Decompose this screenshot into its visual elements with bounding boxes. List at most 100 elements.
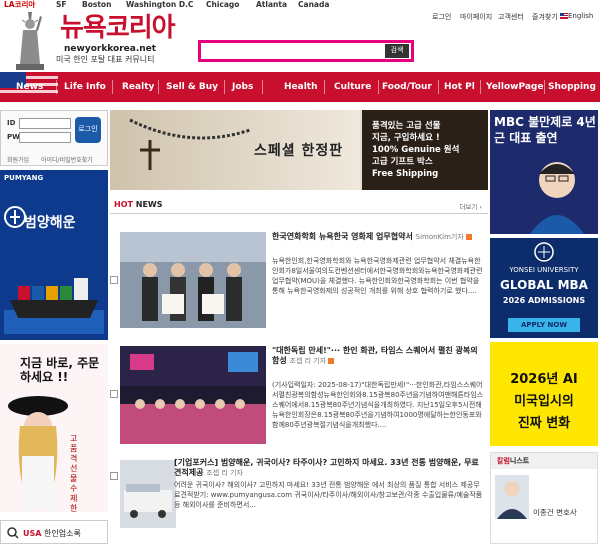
nav-culture[interactable]: Culture: [334, 72, 371, 102]
search-input[interactable]: [203, 44, 383, 58]
city-link-sf[interactable]: SF: [56, 0, 67, 10]
nav-news[interactable]: News: [16, 72, 43, 102]
news-summary: (기사입력일자: 2025-08-17)"대한독립만세!"···한인화관,타임스…: [272, 381, 484, 429]
nav-separator: [112, 80, 113, 94]
city-bar: LA코리아 SF Boston Washington D.C Chicago A…: [0, 0, 600, 10]
news-thumbnail[interactable]: [120, 460, 176, 528]
columnist-photo: [495, 475, 529, 519]
columnist-name: 이종건 변호사: [533, 508, 577, 517]
id-input[interactable]: [19, 118, 71, 129]
apply-now-button[interactable]: APPLY NOW: [508, 318, 580, 332]
news-item[interactable]: [기업포커스] 범양해운, 귀국이사? 타주이사? 고민하지 마세요. 33년 …: [110, 456, 488, 544]
new-badge: [328, 357, 335, 364]
pumyang-ad[interactable]: PUMYANG 범양해운: [0, 170, 108, 340]
nav-separator: [544, 80, 545, 94]
gift-ad-subtitle: 고품격선물 수제한과: [70, 434, 78, 512]
city-link-atlanta[interactable]: Atlanta: [256, 0, 287, 10]
english-label: English: [568, 12, 594, 20]
search-box: 검색: [198, 40, 414, 62]
nav-hot-place[interactable]: Hot Pl: [444, 72, 475, 102]
search-icon: [7, 527, 19, 539]
nav-separator: [158, 80, 159, 94]
mypage-link[interactable]: 마이페이지: [460, 12, 492, 22]
join-link[interactable]: 회원가입: [7, 155, 29, 164]
nav-life-info[interactable]: Life Info: [64, 72, 106, 102]
login-button[interactable]: 로그인: [75, 117, 101, 143]
usa-directory-search[interactable]: USA 한인업소록: [0, 520, 108, 544]
nav-health[interactable]: Health: [284, 72, 318, 102]
nav-separator: [324, 80, 325, 94]
pw-label: PW: [7, 133, 20, 141]
global-mba-label: GLOBAL MBA: [500, 278, 588, 292]
columnist-header: 칼럼니스트: [491, 453, 597, 469]
nav-yellowpage[interactable]: YellowPage: [486, 72, 543, 102]
gift-shop-ad[interactable]: 지금 바로, 주문하세요 !! 고품격선물 수제한과: [0, 344, 108, 512]
search-button[interactable]: 검색: [385, 44, 409, 58]
mbc-ad-text: MBC 불만제로 4년근 대표 출연: [494, 115, 596, 145]
nav-separator: [56, 80, 57, 94]
us-flag-icon: [560, 13, 568, 19]
woman-photo: [8, 396, 68, 510]
city-link-dc[interactable]: Washington D.C: [126, 0, 193, 10]
nav-separator: [438, 80, 439, 94]
ai-ad-line3: 진짜 변화: [517, 416, 571, 431]
bookmark-link[interactable]: 즐겨찾기: [532, 12, 558, 22]
pumyang-brand: PUMYANG: [4, 174, 44, 182]
news-item[interactable]: "대한독립 만세!"··· 한인 화관, 타임스 스퀘어서 펼친 광복의 함성 …: [110, 340, 488, 452]
news-summary: 뉴욕한인회,한국영화학회와 뉴욕한국영화제관련 업무협약서 체결뉴욕한인회가8일…: [272, 257, 483, 295]
login-box: ID PW 로그인 회원가입 아이디/비밀번호찾기: [0, 110, 108, 166]
nav-separator: [224, 80, 225, 94]
yonsei-mba-ad[interactable]: YONSEI UNIVERSITY GLOBAL MBA 2026 ADMISS…: [490, 238, 598, 338]
main-nav: News Life Info Realty Sell & Buy Jobs He…: [0, 72, 600, 102]
mbc-ad[interactable]: MBC 불만제로 4년근 대표 출연: [490, 110, 598, 234]
news-checkbox[interactable]: [110, 390, 118, 398]
more-link[interactable]: 더보기 ›: [459, 201, 482, 211]
news-item[interactable]: 한국연화학회 뉴욕한국 영화제 업무협약서 SimonKim기자 뉴욕한인회,한…: [110, 226, 488, 336]
news-headline[interactable]: "대한독립 만세!"··· 한인 화관, 타임스 스퀘어서 펼친 광복의 함성 …: [272, 346, 484, 366]
statue-of-liberty-logo[interactable]: [6, 8, 54, 70]
gift-ad-title: 지금 바로, 주문하세요 !!: [20, 356, 100, 384]
usa-directory-label: USA 한인업소록: [23, 529, 81, 538]
city-link-canada[interactable]: Canada: [298, 0, 329, 10]
banner-special-text: 스페셜 한정판: [254, 143, 344, 159]
site-logo-text[interactable]: 뉴욕코리아: [60, 14, 176, 42]
nav-sell-buy[interactable]: Sell & Buy: [166, 72, 218, 102]
site-domain: newyorkkorea.net: [64, 44, 157, 54]
admissions-label: 2026 ADMISSIONS: [502, 296, 586, 305]
nav-shopping[interactable]: Shopping: [548, 72, 596, 102]
banner-text-lines: 품격있는 고급 선물 지금, 구입하세요 ! 100% Genuine 원석 고…: [372, 121, 460, 179]
nav-realty[interactable]: Realty: [122, 72, 154, 102]
ai-ad-line2: 미국입시의: [514, 394, 574, 409]
special-edition-banner[interactable]: 스페셜 한정판 품격있는 고급 선물 지금, 구입하세요 ! 100% Genu…: [110, 110, 488, 190]
nav-jobs[interactable]: Jobs: [232, 72, 253, 102]
pumyang-title: 범양해운: [24, 215, 76, 231]
yonsei-university-label: YONSEI UNIVERSITY: [509, 266, 579, 274]
nav-separator: [262, 80, 263, 94]
find-account-link[interactable]: 아이디/비밀번호찾기: [41, 155, 93, 164]
news-checkbox[interactable]: [110, 276, 118, 284]
english-link[interactable]: English: [560, 12, 593, 20]
hot-news-header: HOT NEWS 더보기 ›: [110, 196, 488, 214]
nav-separator: [378, 80, 379, 94]
news-thumbnail[interactable]: [120, 232, 266, 328]
columnist-box[interactable]: 칼럼니스트 이종건 변호사: [490, 452, 598, 544]
cargo-ship-icon: [4, 278, 104, 334]
new-badge: [465, 233, 472, 240]
news-headline[interactable]: [기업포커스] 범양해운, 귀국이사? 타주이사? 고민하지 마세요. 33년 …: [174, 458, 480, 478]
man-photo: [530, 162, 584, 234]
password-input[interactable]: [19, 132, 71, 143]
nav-food-tour[interactable]: Food/Tour: [382, 72, 432, 102]
nav-separator: [480, 80, 481, 94]
customer-center-link[interactable]: 고객센터: [498, 12, 524, 22]
login-link[interactable]: 로그인: [432, 12, 451, 22]
news-headline[interactable]: 한국연화학회 뉴욕한국 영화제 업무협약서 SimonKim기자: [272, 232, 484, 242]
news-thumbnail[interactable]: [120, 346, 266, 444]
news-checkbox[interactable]: [110, 472, 118, 480]
id-label: ID: [7, 119, 16, 127]
hot-news-title: HOT NEWS: [114, 200, 163, 209]
city-link-boston[interactable]: Boston: [82, 0, 111, 10]
yonsei-emblem-icon: [534, 242, 554, 262]
ai-admissions-ad[interactable]: 2026년 AI 미국입시의 진짜 변화: [490, 342, 598, 446]
city-link-chicago[interactable]: Chicago: [206, 0, 239, 10]
site-tagline: 미국 한인 포탈 대표 커뮤니티: [56, 55, 155, 64]
